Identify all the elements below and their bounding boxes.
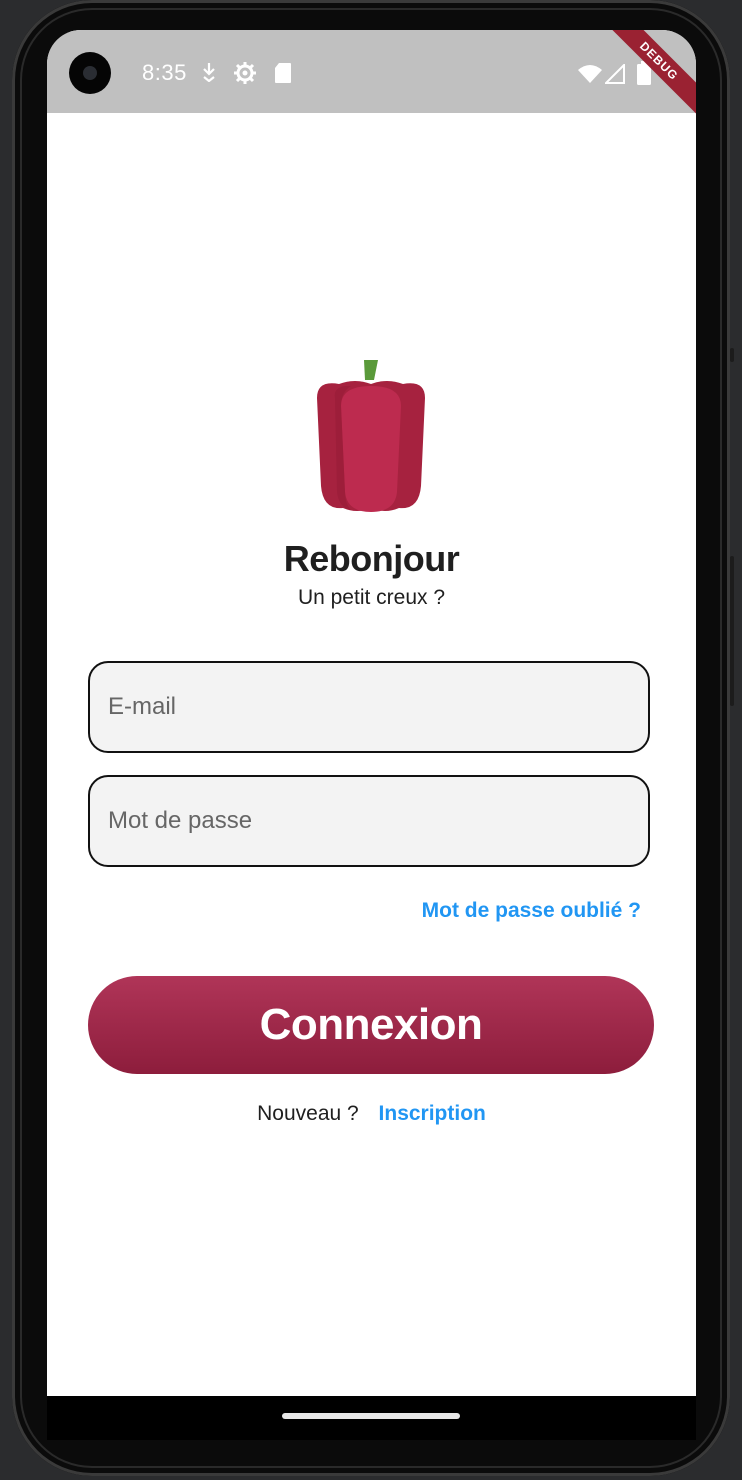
navigation-bar	[47, 1396, 696, 1440]
settings-gear-icon	[234, 62, 256, 84]
signup-prompt: Nouveau ?	[257, 1102, 359, 1125]
signup-link[interactable]: Inscription	[379, 1102, 486, 1125]
app-screen: 8:35 DEBUG Rebonjour Un petit creux ? E-…	[47, 30, 696, 1396]
forgot-password-link[interactable]: Mot de passe oublié ?	[422, 899, 641, 923]
download-arrow-icon	[203, 63, 215, 82]
power-button	[730, 348, 734, 362]
signup-row: Nouveau ? Inscription	[47, 1102, 696, 1126]
page-subtitle: Un petit creux ?	[297, 586, 446, 609]
status-time: 8:35	[142, 60, 187, 85]
front-camera	[69, 52, 111, 94]
home-indicator[interactable]	[282, 1413, 460, 1419]
bell-pepper-icon	[317, 360, 425, 512]
signal-icon	[605, 64, 625, 84]
password-field[interactable]	[88, 775, 650, 867]
login-button[interactable]: Connexion	[88, 976, 654, 1074]
status-bar: 8:35 DEBUG	[47, 30, 696, 122]
sd-card-icon	[275, 63, 291, 83]
wifi-icon	[578, 65, 602, 83]
volume-button	[730, 556, 734, 706]
email-field[interactable]	[88, 661, 650, 753]
page-title: Rebonjour	[283, 538, 460, 579]
